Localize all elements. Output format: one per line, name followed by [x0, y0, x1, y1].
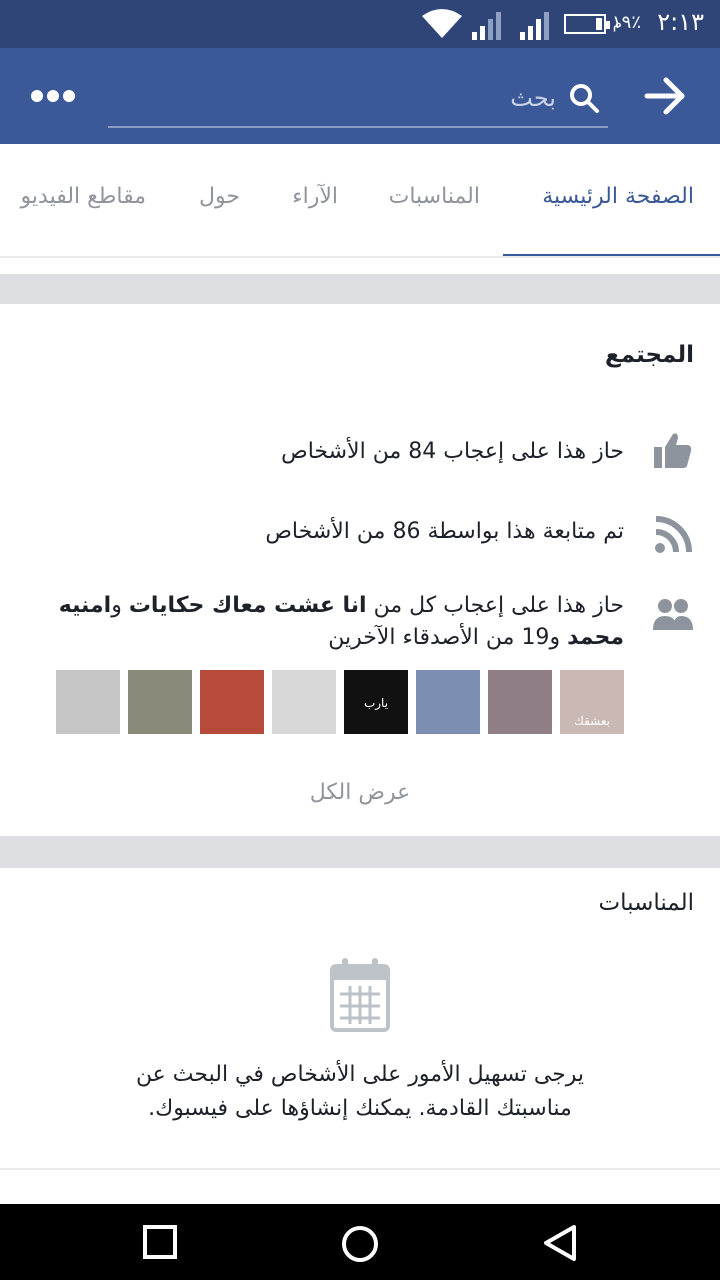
- friends-suffix: من الأصدقاء الآخرين: [328, 625, 522, 650]
- friend-thumbnail[interactable]: [56, 670, 120, 734]
- friend-link-1[interactable]: انا عشت معاك حكايات: [129, 593, 367, 618]
- search-icon: [570, 84, 599, 113]
- battery-icon: [564, 14, 610, 34]
- friends-likes-text: حاز هذا على إعجاب كل من انا عشت معاك حكا…: [24, 590, 624, 654]
- home-circle-icon[interactable]: [340, 1224, 380, 1264]
- thumbnail-caption: بعشقك: [573, 714, 611, 728]
- top-bar: [0, 48, 720, 144]
- friend-thumbnail[interactable]: يارب: [344, 670, 408, 734]
- tab-events[interactable]: المناسبات: [389, 184, 480, 209]
- friend-thumbnail[interactable]: [488, 670, 552, 734]
- community-card: [0, 304, 720, 836]
- tab-videos[interactable]: مقاطع الفيديو: [21, 184, 146, 209]
- friends-prefix: حاز هذا على إعجاب كل من: [366, 593, 624, 618]
- signal-icon: [472, 12, 501, 40]
- friends-and-2: و: [549, 625, 568, 650]
- signal-icon: [520, 12, 549, 40]
- search-input[interactable]: [136, 80, 556, 116]
- community-title: المجتمع: [604, 342, 694, 368]
- time-period: م: [612, 14, 622, 32]
- section-divider: [0, 1168, 720, 1170]
- friends-and-1: و: [111, 593, 129, 618]
- follows-text: تم متابعة هذا بواسطة 86 من الأشخاص: [265, 519, 624, 544]
- wifi-icon: [422, 9, 462, 38]
- friend-thumbnail[interactable]: بعشقك: [560, 670, 624, 734]
- tabs-divider: [0, 256, 720, 258]
- friend-thumbnail[interactable]: [128, 670, 192, 734]
- status-bar: ١٩٪ م ٢:١٣: [0, 0, 720, 48]
- events-message-line-1: يرجى تسهيل الأمور على الأشخاص في البحث ع…: [135, 1062, 585, 1087]
- back-triangle-icon[interactable]: [542, 1224, 578, 1262]
- clock: ٢:١٣: [657, 8, 704, 36]
- page-tabs: الصفحة الرئيسية المناسبات الآراء حول مقا…: [0, 144, 720, 258]
- friend-thumbnails: بعشقك يارب: [48, 670, 624, 734]
- search-bar[interactable]: [108, 76, 608, 128]
- events-title: المناسبات: [598, 890, 694, 916]
- more-icon[interactable]: [30, 88, 76, 104]
- like-thumb-icon: [654, 433, 692, 468]
- events-card: [0, 868, 720, 1204]
- section-gap: [0, 274, 720, 304]
- back-arrow-icon[interactable]: [644, 76, 686, 116]
- events-message-line-2: مناسبتك القادمة. يمكنك إنشاؤها على فيسبو…: [148, 1096, 572, 1121]
- tab-reviews[interactable]: الآراء: [292, 184, 338, 209]
- rss-follow-icon: [655, 516, 692, 553]
- likes-text: حاز هذا على إعجاب 84 من الأشخاص: [281, 439, 624, 464]
- friend-thumbnail[interactable]: [416, 670, 480, 734]
- friends-icon: [653, 599, 693, 630]
- friends-count: 19: [521, 625, 550, 650]
- friend-thumbnail[interactable]: [200, 670, 264, 734]
- thumbnail-caption: يارب: [363, 696, 389, 710]
- android-nav-bar: [0, 1204, 720, 1280]
- friend-thumbnail[interactable]: [272, 670, 336, 734]
- recents-square-icon[interactable]: [142, 1224, 178, 1260]
- section-gap: [0, 836, 720, 868]
- calendar-icon: [330, 958, 390, 1032]
- see-all-link[interactable]: عرض الكل: [0, 780, 720, 805]
- tab-about[interactable]: حول: [199, 184, 240, 209]
- tab-home[interactable]: الصفحة الرئيسية: [542, 184, 694, 209]
